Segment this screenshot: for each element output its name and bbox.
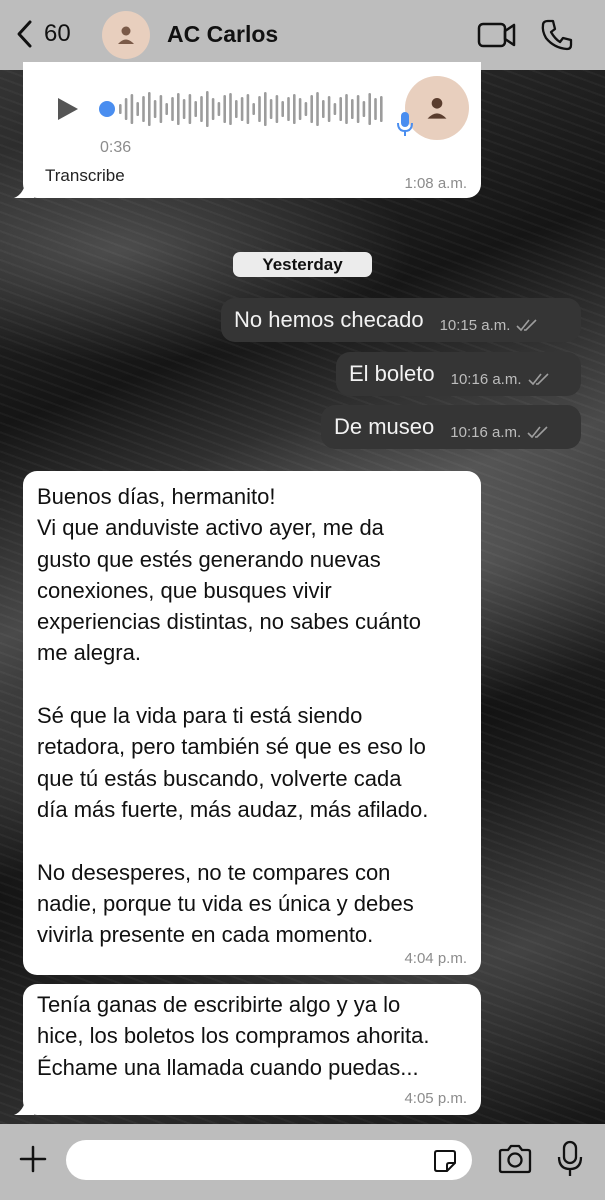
double-check-icon [527, 373, 549, 386]
waveform-bar [333, 103, 337, 115]
waveform-bar [304, 102, 308, 116]
waveform-bar [362, 101, 366, 117]
message-time: 10:16 a.m. [450, 370, 522, 388]
double-check-icon [516, 319, 538, 332]
message-time: 4:04 p.m. [404, 950, 467, 967]
waveform-bar [339, 97, 342, 121]
waveform-bar [264, 92, 267, 126]
video-camera-icon[interactable] [477, 18, 517, 52]
waveform-bar [368, 93, 371, 125]
play-icon[interactable] [55, 96, 81, 122]
outgoing-message[interactable]: El boleto 10:16 a.m. [336, 352, 581, 396]
unread-count: 60 [44, 20, 71, 47]
bubble-tail [14, 1097, 34, 1115]
waveform-bar [165, 103, 168, 115]
camera-icon[interactable] [497, 1143, 533, 1175]
waveform-bar [281, 101, 284, 117]
sticker-icon[interactable] [432, 1148, 458, 1174]
waveform-bar [182, 99, 186, 119]
message-text: Buenos días, hermanito! Vi que anduviste… [37, 484, 429, 948]
composer-bar [0, 1124, 605, 1200]
waveform-bar [177, 93, 180, 125]
waveform-bar [310, 95, 313, 123]
waveform-bar [188, 94, 192, 124]
waveform-bar [269, 99, 273, 119]
waveform-bar [200, 96, 203, 122]
waveform-bar [130, 94, 134, 124]
voice-duration: 0:36 [100, 139, 132, 156]
waveform-bar [153, 100, 157, 118]
message-text: No hemos checado [234, 307, 424, 332]
waveform-bar [351, 99, 354, 119]
waveform-bar [148, 92, 151, 126]
message-meta: 10:16 a.m. [451, 371, 550, 388]
audio-waveform[interactable] [97, 88, 387, 130]
microphone-icon[interactable] [556, 1140, 584, 1178]
avatar[interactable] [102, 11, 150, 59]
waveform-bar [258, 96, 261, 122]
message-text: El boleto [349, 361, 435, 386]
waveform-bar [356, 95, 360, 123]
waveform-bar [327, 96, 331, 122]
waveform-bar [240, 97, 244, 121]
waveform-bar [217, 102, 221, 116]
waveform-bar [194, 101, 197, 117]
incoming-message[interactable]: Tenía ganas de escribirte algo y ya lo h… [14, 984, 481, 1115]
message-meta: 10:15 a.m. [440, 317, 539, 334]
outgoing-message[interactable]: No hemos checado 10:15 a.m. [221, 298, 581, 342]
contact-name[interactable]: AC Carlos [167, 21, 278, 48]
chevron-left-icon [17, 20, 32, 48]
waveform-bar [159, 95, 163, 123]
plus-icon[interactable] [18, 1144, 48, 1174]
transcribe-link[interactable]: Transcribe [45, 166, 125, 186]
incoming-message[interactable]: Buenos días, hermanito! Vi que anduviste… [23, 471, 481, 975]
waveform-bar [316, 92, 319, 126]
microphone-icon [397, 112, 413, 136]
message-time: 10:15 a.m. [439, 316, 511, 334]
waveform-bar [345, 94, 348, 124]
waveform-bar [246, 94, 250, 124]
message-time: 10:16 a.m. [450, 423, 522, 441]
outgoing-message[interactable]: De museo 10:16 a.m. [321, 405, 581, 449]
message-input[interactable] [66, 1140, 472, 1180]
waveform-bar [136, 102, 139, 116]
person-icon [427, 97, 447, 119]
waveform-bar [322, 100, 325, 118]
waveform-bar [287, 97, 290, 121]
waveform-bar [171, 97, 174, 121]
bubble-tail [14, 180, 34, 198]
waveform-bar [380, 96, 383, 122]
message-text: Tenía ganas de escribirte algo y ya lo h… [37, 992, 430, 1080]
chat-header: 60 AC Carlos [0, 0, 605, 70]
waveform-bar [124, 98, 128, 120]
waveform-bar [211, 98, 215, 120]
waveform-bar [374, 98, 377, 120]
waveform-bar [235, 100, 238, 118]
double-check-icon [527, 426, 548, 439]
waveform-bar [142, 96, 145, 122]
voice-message-bubble[interactable]: 0:36 Transcribe 1:08 a.m. [14, 62, 481, 198]
waveform-bar [275, 95, 279, 123]
message-time: 4:05 p.m. [404, 1090, 467, 1107]
message-text: De museo [334, 414, 435, 439]
message-meta: 10:16 a.m. [450, 424, 549, 441]
phone-icon[interactable] [540, 18, 574, 52]
waveform-bar [252, 103, 255, 115]
back-button[interactable]: 60 [14, 16, 71, 52]
person-icon [118, 26, 134, 44]
waveform-bar [223, 95, 226, 123]
waveform-bar [293, 94, 296, 124]
waveform-bar [119, 104, 122, 114]
waveform-bar [206, 91, 209, 127]
message-time: 1:08 a.m. [404, 175, 467, 192]
date-separator: Yesterday [233, 252, 372, 277]
waveform-bar [229, 93, 232, 125]
waveform-bar [298, 98, 302, 120]
